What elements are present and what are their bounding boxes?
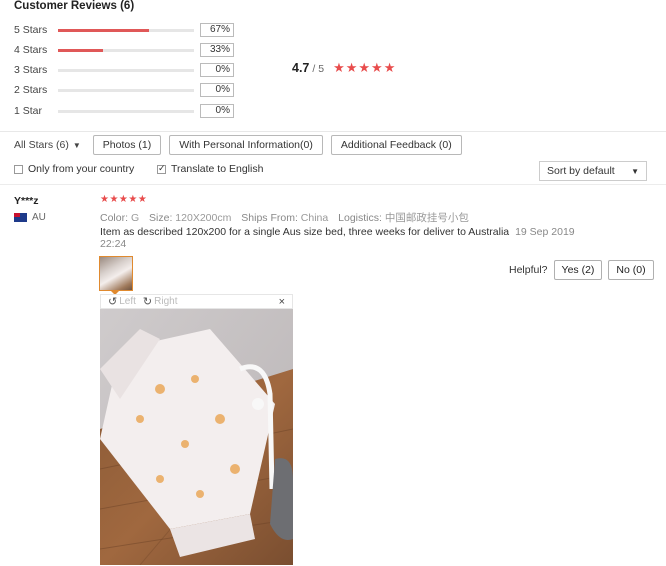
review-stars-icon: ★★★★★ xyxy=(100,194,148,205)
color-label: Color: xyxy=(100,212,129,224)
reviewer-name: Y***z xyxy=(14,195,39,207)
ships-from-value: China xyxy=(300,212,329,224)
logistics-label: Logistics: xyxy=(338,212,382,224)
divider xyxy=(0,131,666,132)
photos-filter-button[interactable]: Photos (1) xyxy=(92,135,162,155)
overall-rating: 4.7 / 5 ★★★★★ xyxy=(292,60,396,76)
customer-reviews-title: Customer Reviews (6) xyxy=(14,0,135,12)
rating-percent: 0% xyxy=(200,63,234,77)
review-photo xyxy=(100,309,293,565)
review-text: Item as described 120x200 for a single A… xyxy=(100,226,510,238)
rotate-left-button[interactable]: ↺ Left xyxy=(108,295,136,308)
rating-label: 3 Stars xyxy=(14,64,48,76)
overall-stars-icon: ★★★★★ xyxy=(333,60,397,75)
rating-row-4[interactable]: 4 Stars 33% xyxy=(14,43,234,57)
rotate-right-label: Right xyxy=(154,296,178,307)
rating-row-5[interactable]: 5 Stars 67% xyxy=(14,23,234,37)
logistics-value: 中国邮政挂号小包 xyxy=(384,212,469,224)
size-value: 120X200cm xyxy=(175,212,232,224)
reviewer-country: AU xyxy=(14,212,46,223)
only-country-label: Only from your country xyxy=(28,163,135,175)
helpful-controls: Helpful? Yes (2) No (0) xyxy=(509,260,654,280)
rating-percent: 33% xyxy=(200,43,234,57)
rotate-left-label: Left xyxy=(119,296,136,307)
rating-track xyxy=(58,28,194,32)
translate-checkbox[interactable] xyxy=(157,163,166,174)
review-filter-bar: All Stars (6) ▼ Photos (1) With Personal… xyxy=(14,135,462,155)
review-body: Item as described 120x200 for a single A… xyxy=(100,226,600,250)
translate-toggle[interactable]: Translate to English xyxy=(157,163,263,175)
helpful-yes-button[interactable]: Yes (2) xyxy=(553,260,603,280)
chevron-down-icon: ▼ xyxy=(72,140,81,150)
review-meta: Color: G Size: 120X200cm Ships From: Chi… xyxy=(100,210,476,225)
rating-label: 5 Stars xyxy=(14,24,48,36)
star-filter-dropdown[interactable]: All Stars (6) ▼ xyxy=(14,139,81,151)
australia-flag-icon xyxy=(14,213,27,222)
chevron-down-icon: ▼ xyxy=(631,166,639,176)
sort-select[interactable]: Sort by default ▼ xyxy=(539,161,647,181)
country-code: AU xyxy=(32,212,46,223)
personal-info-filter-button[interactable]: With Personal Information(0) xyxy=(169,135,323,155)
close-icon[interactable]: × xyxy=(279,296,285,308)
helpful-label: Helpful? xyxy=(509,264,548,276)
rating-track xyxy=(58,68,194,72)
rating-track xyxy=(58,109,194,113)
star-filter-label: All Stars (6) xyxy=(14,139,69,151)
rating-label: 4 Stars xyxy=(14,44,48,56)
rating-fill xyxy=(58,28,150,32)
color-value: G xyxy=(130,212,140,224)
rating-percent: 0% xyxy=(200,104,234,118)
review-photo-thumbnail[interactable] xyxy=(99,256,133,291)
rotate-left-icon: ↺ xyxy=(108,296,118,308)
rating-fill xyxy=(58,48,103,52)
additional-feedback-filter-button[interactable]: Additional Feedback (0) xyxy=(330,135,462,155)
average-score: 4.7 xyxy=(292,61,310,75)
size-label: Size: xyxy=(149,212,173,224)
translate-label: Translate to English xyxy=(171,163,264,175)
score-max: / 5 xyxy=(312,63,325,75)
ships-from-label: Ships From: xyxy=(241,212,298,224)
bed-photo-image xyxy=(100,309,293,565)
divider xyxy=(0,184,666,185)
photo-viewer-toolbar: ↺ Left ↻ Right × xyxy=(100,294,293,309)
only-country-checkbox[interactable] xyxy=(14,164,23,174)
rating-track xyxy=(58,48,194,52)
rotate-right-icon: ↻ xyxy=(142,296,153,308)
rating-track xyxy=(58,88,194,92)
rating-row-1[interactable]: 1 Star 0% xyxy=(14,104,234,118)
rating-percent: 0% xyxy=(200,83,234,97)
rating-label: 2 Stars xyxy=(14,84,48,96)
rotate-right-button[interactable]: ↻ Right xyxy=(143,295,178,308)
only-country-toggle[interactable]: Only from your country xyxy=(14,163,134,175)
rating-row-2[interactable]: 2 Stars 0% xyxy=(14,83,234,97)
helpful-no-button[interactable]: No (0) xyxy=(608,260,654,280)
rating-label: 1 Star xyxy=(14,105,43,117)
rating-row-3[interactable]: 3 Stars 0% xyxy=(14,63,234,77)
rating-percent: 67% xyxy=(200,23,234,37)
sort-label: Sort by default xyxy=(547,165,615,177)
